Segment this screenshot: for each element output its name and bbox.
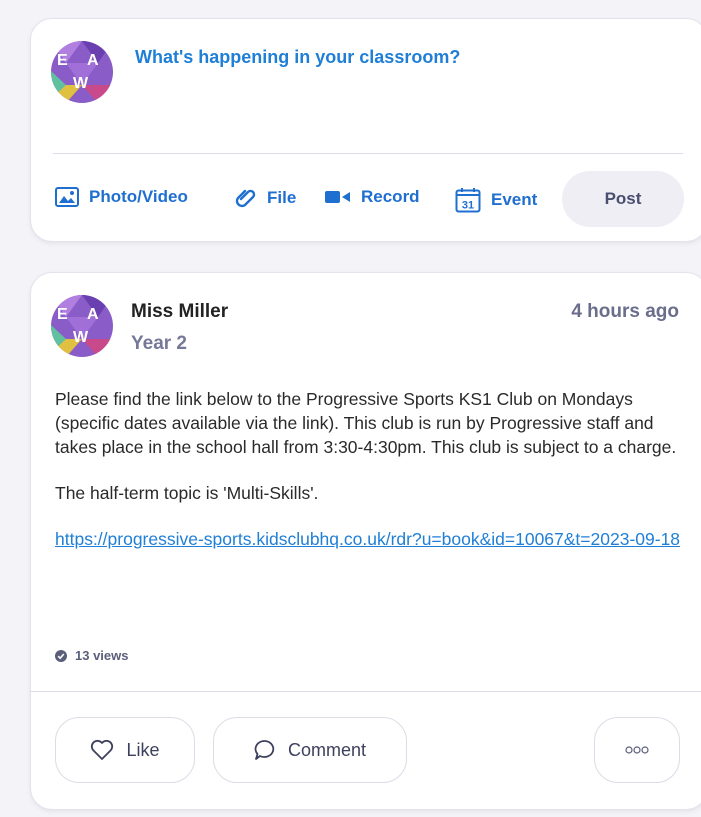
video-camera-icon	[325, 191, 350, 203]
check-circle-icon	[55, 649, 67, 662]
avatar-letter-e: E	[57, 52, 68, 69]
post-author[interactable]: Miss Miller	[131, 301, 228, 323]
heart-icon	[91, 739, 114, 760]
file-label: File	[267, 188, 297, 207]
avatar-letter-a: A	[87, 52, 99, 69]
post-link[interactable]: https://progressive-sports.kidsclubhq.co…	[55, 529, 680, 549]
avatar[interactable]: E A W	[51, 41, 113, 103]
like-label: Like	[126, 739, 160, 760]
views-label: 13 views	[75, 648, 129, 663]
post-paragraph: Please find the link below to the Progre…	[55, 389, 677, 457]
calendar-day: 31	[462, 200, 474, 212]
comment-bubble-icon	[254, 740, 275, 760]
avatar-letter-a: A	[87, 306, 99, 323]
comment-button[interactable]: Comment	[213, 717, 407, 783]
post-button[interactable]: Post	[562, 171, 684, 227]
composer-divider	[53, 153, 683, 154]
avatar-letter-e: E	[57, 306, 68, 323]
post-divider	[31, 691, 701, 692]
photo-video-button[interactable]: Photo/Video	[55, 187, 188, 207]
comment-label: Comment	[287, 739, 367, 760]
record-button[interactable]: Record	[325, 187, 420, 207]
record-label: Record	[361, 187, 420, 206]
calendar-icon: 31	[455, 188, 481, 213]
paperclip-icon	[235, 189, 256, 208]
post-card: E A W Miss Miller Year 2 4 hours ago Ple…	[30, 272, 701, 810]
composer-prompt[interactable]: What's happening in your classroom?	[135, 47, 460, 68]
post-timestamp: 4 hours ago	[571, 301, 679, 322]
views-count: 13 views	[55, 648, 129, 663]
photo-icon	[55, 187, 79, 207]
post-group[interactable]: Year 2	[131, 333, 187, 355]
post-composer-card: E A W What's happening in your classroom…	[30, 18, 701, 242]
post-body: Please find the link below to the Progre…	[55, 387, 685, 551]
photo-video-label: Photo/Video	[89, 187, 188, 206]
file-button[interactable]: File	[235, 187, 296, 209]
avatar-letter-w: W	[73, 329, 89, 346]
author-avatar[interactable]: E A W	[51, 295, 113, 357]
like-button[interactable]: Like	[55, 717, 195, 783]
post-paragraph: The half-term topic is 'Multi-Skills'.	[55, 483, 319, 503]
more-options-button[interactable]	[594, 717, 680, 783]
event-button[interactable]: 31 Event	[455, 187, 537, 213]
avatar-letter-w: W	[73, 75, 89, 92]
more-dots-icon	[625, 746, 649, 754]
event-label: Event	[491, 190, 538, 209]
